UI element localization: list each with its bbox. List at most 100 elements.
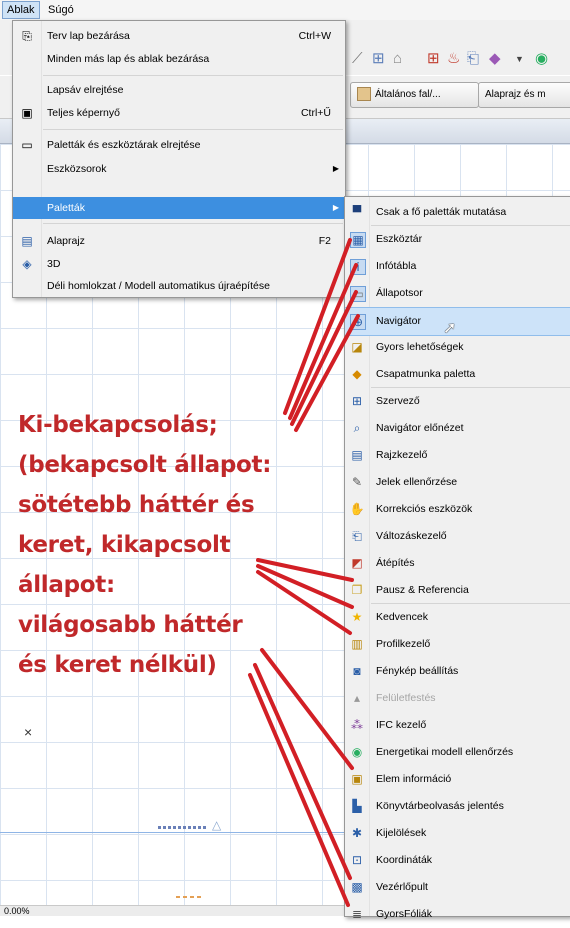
line-tool-icon[interactable]: ⟋: [352, 50, 363, 68]
menu-item-south-elevation[interactable]: Déli homlokzat / Modell automatikus újra…: [13, 275, 345, 297]
3d-window-icon: ◈: [22, 257, 32, 271]
palette-item-organizer[interactable]: ⊞ Szervező: [345, 388, 570, 415]
palette-item-label: Korrekciós eszközök: [376, 503, 473, 515]
palette-item-navigator[interactable]: ⊕ Navigátor: [345, 307, 570, 336]
annotation-line: (bekapcsolt állapot:: [18, 452, 272, 478]
palette-item-control-box[interactable]: ▩ Vezérlőpult: [345, 874, 570, 901]
palette-item-label: Navigátor: [376, 315, 421, 327]
palette-item-selections[interactable]: ✱ Kijelölések: [345, 820, 570, 847]
palette-item-energy-check[interactable]: ◉ Energetikai modell ellenőrzés: [345, 739, 570, 766]
menu-item-toolbars[interactable]: Eszközsorok ▶: [13, 158, 345, 180]
drawing-manager-icon: ▤: [351, 448, 363, 462]
grid-axis-line: [0, 832, 345, 833]
menu-item-close-sheet[interactable]: ⎘ Terv lap bezárása Ctrl+W: [13, 25, 345, 47]
tool-icon-7[interactable]: ◉: [535, 50, 548, 68]
menu-item-hide-palettes[interactable]: ▭ Paletták és eszköztárak elrejtése: [13, 134, 345, 156]
change-manager-icon: ⎗: [352, 529, 362, 543]
navigator-preview-icon: ⌕: [353, 421, 361, 435]
palette-item-label: Változáskezelő: [376, 530, 447, 542]
annotation-note: Ki-bekapcsolás; (bekapcsolt állapot: söt…: [18, 405, 318, 685]
palette-item-favorites-star[interactable]: ★ Kedvencek: [345, 604, 570, 631]
menu-bar: Ablak Súgó: [0, 0, 570, 21]
palette-item-info-box[interactable]: ⅰ Infótábla: [345, 253, 570, 280]
palette-item-coordinates[interactable]: ⊡ Koordináták: [345, 847, 570, 874]
tool-icon-4[interactable]: ♨: [447, 50, 460, 68]
menu-item-floor-plan[interactable]: ▤ Alaprajz F2: [13, 230, 345, 252]
chevron-down-icon[interactable]: ▼: [515, 50, 524, 68]
photo-settings-icon: ◙: [353, 664, 361, 678]
annotation-line: világosabb háttér: [18, 612, 243, 638]
menu-item-label: Minden más lap és ablak bezárása: [47, 53, 210, 65]
info-box-icon: ⅰ: [350, 259, 366, 275]
palette-item-renovation[interactable]: ◩ Átépítés: [345, 550, 570, 577]
tool-icon-6[interactable]: ◆: [489, 50, 501, 68]
palette-item-navigator-preview[interactable]: ⌕ Navigátor előnézet: [345, 415, 570, 442]
navigator-icon: ⊕: [350, 314, 366, 330]
selections-icon: ✱: [351, 826, 363, 840]
menu-item-label: Déli homlokzat / Modell automatikus újra…: [47, 280, 270, 292]
palette-item-photo-settings[interactable]: ◙ Fénykép beállítás: [345, 658, 570, 685]
palette-item-element-info[interactable]: ▣ Elem információ: [345, 766, 570, 793]
plan-section-button[interactable]: Alaprajz és m: [478, 82, 570, 108]
menu-item-label: Teljes képernyő: [47, 107, 120, 119]
favorites-star-icon: ★: [351, 610, 363, 624]
teamwork-icon: ◆: [352, 367, 362, 381]
status-bar: 0.00%: [0, 905, 345, 916]
menu-ablak[interactable]: Ablak: [2, 1, 40, 19]
menu-item-palettes[interactable]: Paletták ▶: [13, 197, 345, 219]
palette-item-label: Profilkezelő: [376, 638, 431, 650]
organizer-icon: ⊞: [351, 394, 363, 408]
palette-item-profile-manager[interactable]: ▥ Profilkezelő: [345, 631, 570, 658]
monitor-icon: ▭: [21, 138, 33, 152]
palette-item-main-palettes[interactable]: ▀ Csak a fő paletták mutatása: [345, 199, 570, 226]
energy-check-icon: ◉: [351, 745, 363, 759]
palettes-submenu: ▀ Csak a fő paletták mutatása ▦ Eszköztár ⅰ I…: [344, 196, 570, 921]
palette-item-trace-reference[interactable]: ❐ Pausz & Referencia: [345, 577, 570, 604]
menu-item-fullscreen[interactable]: ▣ Teljes képernyő Ctrl+Ű: [13, 102, 345, 124]
palette-item-check-marks[interactable]: ✎ Jelek ellenőrzése: [345, 469, 570, 496]
menu-separator: [43, 75, 343, 76]
submenu-arrow-icon: ▶: [332, 164, 339, 173]
fullscreen-icon: ▣: [21, 106, 33, 120]
palette-item-label: Infótábla: [376, 260, 417, 272]
palette-item-label: Állapotsor: [376, 287, 423, 299]
menu-shortcut: Ctrl+W: [298, 30, 331, 42]
palette-item-label: IFC kezelő: [376, 719, 427, 731]
palette-item-library-report[interactable]: ▙ Könyvtárbeolvasás jelentés: [345, 793, 570, 820]
wall-element[interactable]: [158, 826, 206, 829]
control-box-icon: ▩: [351, 880, 363, 894]
palette-item-label: Navigátor előnézet: [376, 422, 464, 434]
menu-item-3d[interactable]: ◈ 3D: [13, 253, 345, 275]
menu-sugo[interactable]: Súgó: [44, 2, 78, 18]
palette-item-quick-options[interactable]: ◪ Gyors lehetőségek: [345, 334, 570, 361]
menu-item-label: 3D: [47, 258, 61, 270]
palette-item-change-manager[interactable]: ⎗ Változáskezelő: [345, 523, 570, 550]
palette-item-ifc-manager[interactable]: ⁂ IFC kezelő: [345, 712, 570, 739]
palette-item-toolbox[interactable]: ▦ Eszköztár: [345, 226, 570, 253]
tool-icon-5[interactable]: ⎗: [467, 50, 479, 68]
menu-item-hide-tabbar[interactable]: Lapsáv elrejtése: [13, 79, 345, 101]
palette-item-drawing-manager[interactable]: ▤ Rajzkezelő: [345, 442, 570, 469]
tool-icon-1[interactable]: ⊞: [372, 50, 385, 68]
close-sheet-icon: ⎘: [22, 29, 32, 43]
status-bar-icon: ▭: [350, 286, 366, 302]
palette-item-label: Kijelölések: [376, 827, 427, 839]
palette-item-correction-tools[interactable]: ✋ Korrekciós eszközök: [345, 496, 570, 523]
quick-layers-icon: ≣: [351, 907, 363, 921]
menu-separator: [43, 223, 343, 224]
palette-item-surface-painter[interactable]: ▴ Felületfestés: [345, 685, 570, 712]
main-palettes-icon: ▀: [352, 205, 362, 219]
tool-icon-2[interactable]: ⌂: [393, 50, 402, 68]
window-menu: ⎘ Terv lap bezárása Ctrl+W Minden más la…: [12, 20, 346, 298]
palette-item-label: Eszköztár: [376, 233, 423, 245]
palette-item-label: Átépítés: [376, 557, 415, 569]
palette-item-status-bar[interactable]: ▭ Állapotsor: [345, 280, 570, 307]
origin-marker-icon: ×: [24, 724, 33, 740]
palette-item-teamwork[interactable]: ◆ Csapatmunka paletta: [345, 361, 570, 388]
menu-item-close-others[interactable]: Minden más lap és ablak bezárása: [13, 48, 345, 70]
wall-type-button[interactable]: Általános fal/...: [350, 82, 479, 108]
plan-section-label: Alaprajz és m: [485, 89, 546, 100]
wall-swatch-icon: [357, 87, 371, 102]
palette-item-label: Energetikai modell ellenőrzés: [376, 746, 514, 758]
tool-icon-3[interactable]: ⊞: [427, 50, 440, 68]
